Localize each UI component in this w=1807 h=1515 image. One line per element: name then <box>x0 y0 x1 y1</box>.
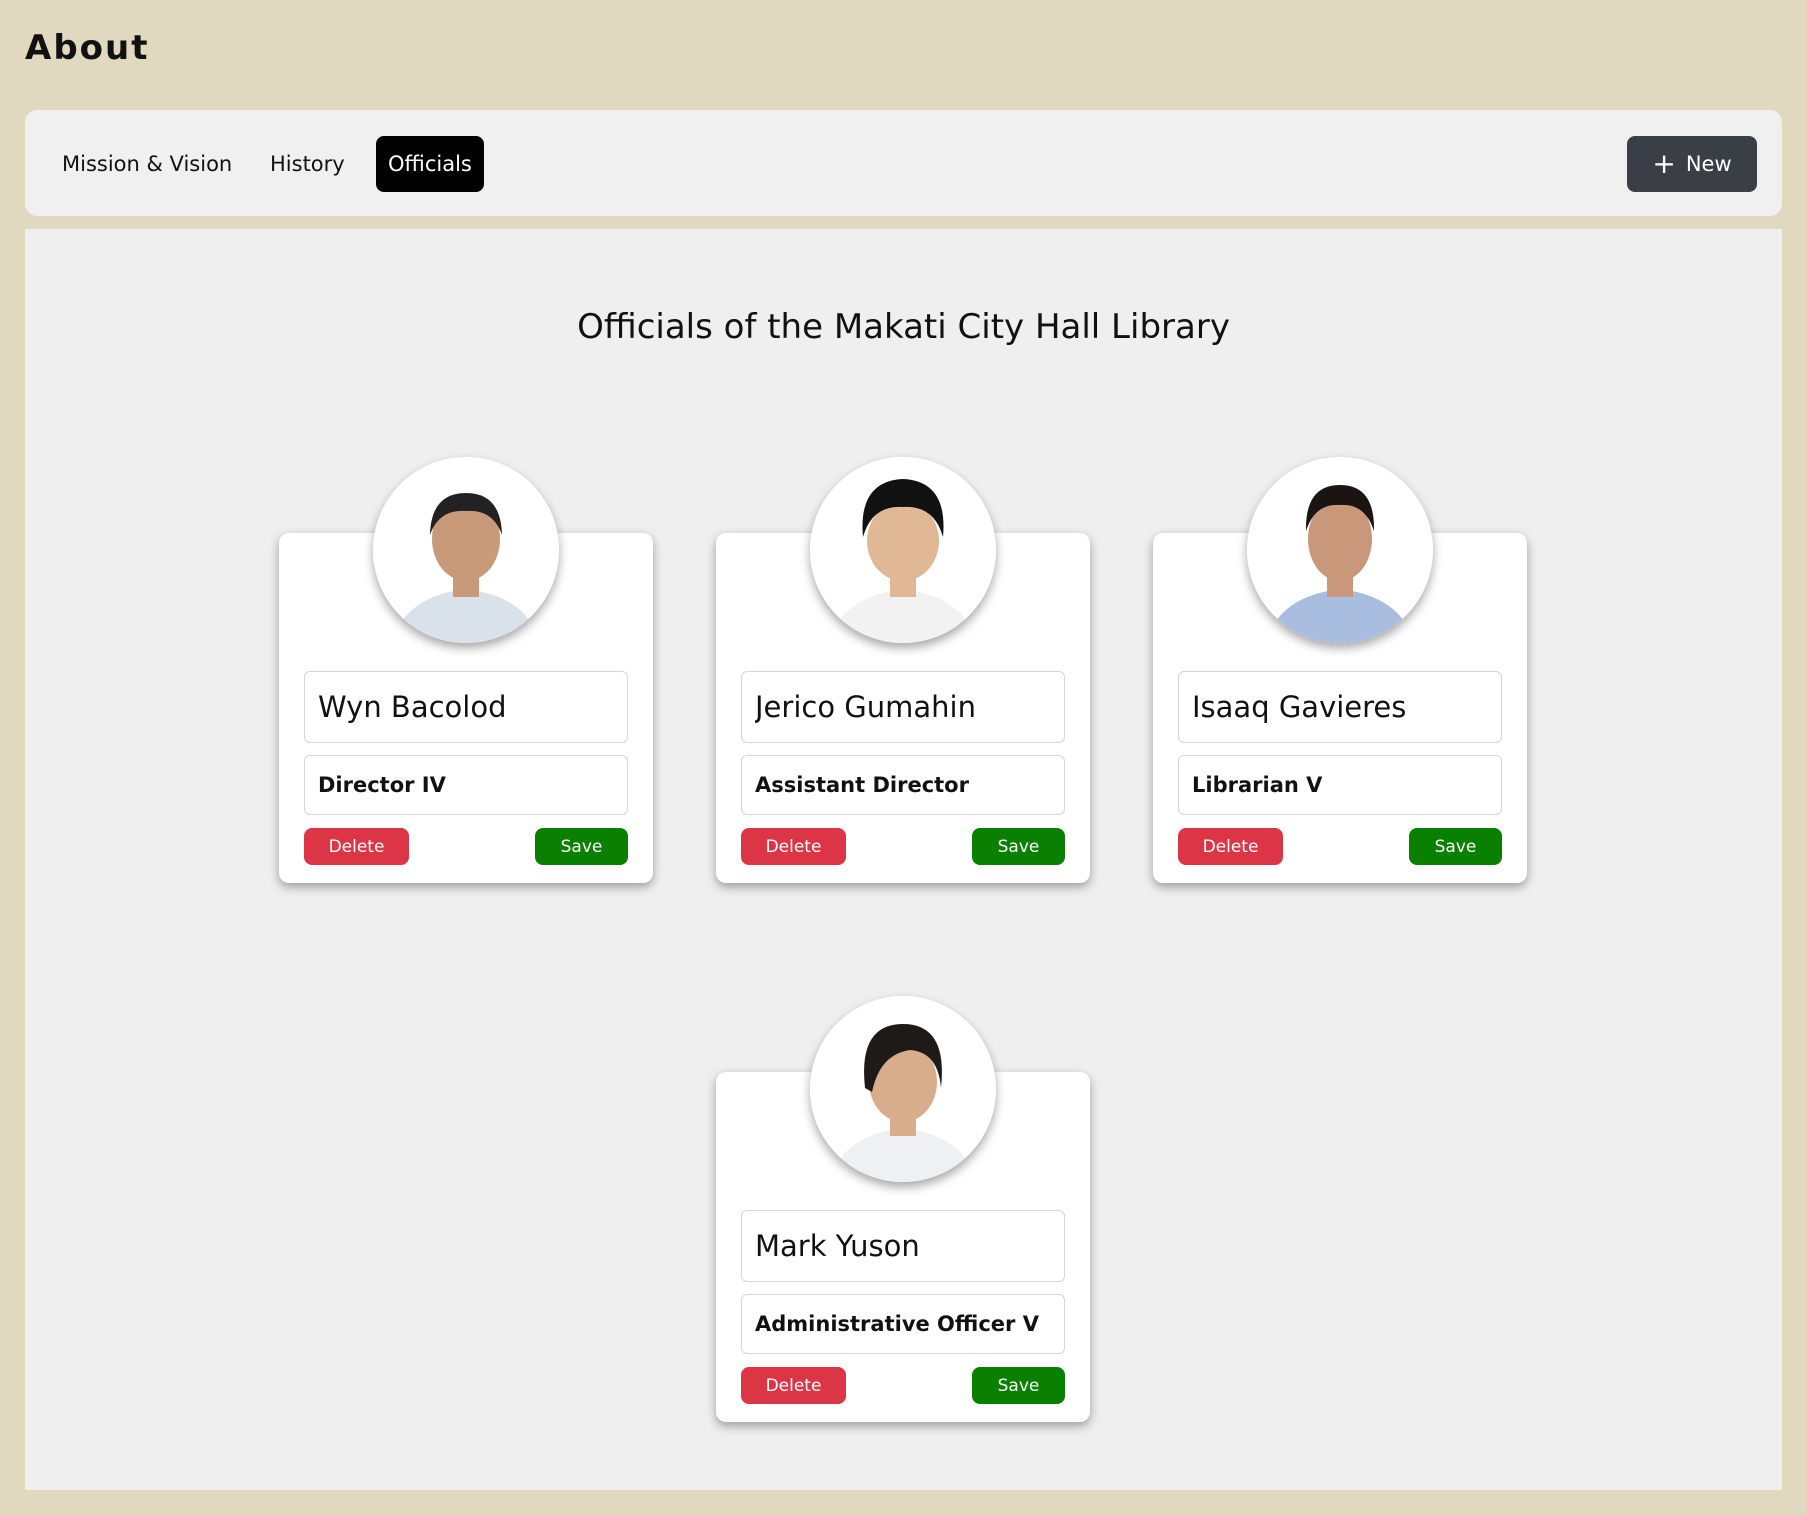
delete-button[interactable]: Delete <box>304 828 409 865</box>
tab-mission-vision[interactable]: Mission & Vision <box>50 136 244 192</box>
tab-officials[interactable]: Officials <box>376 136 484 192</box>
official-name-input[interactable] <box>741 1210 1065 1282</box>
official-photo <box>810 996 996 1182</box>
official-position-input[interactable] <box>1178 755 1502 815</box>
new-button[interactable]: + New <box>1627 136 1757 192</box>
tab-toolbar: Mission & Vision History Officials + New <box>25 110 1782 216</box>
new-button-label: New <box>1685 152 1732 176</box>
person-avatar-icon <box>373 457 559 643</box>
save-button[interactable]: Save <box>1409 828 1502 865</box>
delete-button[interactable]: Delete <box>1178 828 1283 865</box>
person-avatar-icon <box>810 996 996 1182</box>
person-avatar-icon <box>810 457 996 643</box>
save-button[interactable]: Save <box>535 828 628 865</box>
official-card: Delete Save <box>1153 457 1527 883</box>
tab-history[interactable]: History <box>258 136 357 192</box>
official-card: Delete Save <box>716 996 1090 1422</box>
official-position-input[interactable] <box>741 755 1065 815</box>
person-avatar-icon <box>1247 457 1433 643</box>
official-photo <box>373 457 559 643</box>
official-card: Delete Save <box>279 457 653 883</box>
official-name-input[interactable] <box>741 671 1065 743</box>
official-photo <box>810 457 996 643</box>
section-heading: Officials of the Makati City Hall Librar… <box>577 307 1230 347</box>
official-name-input[interactable] <box>1178 671 1502 743</box>
save-button[interactable]: Save <box>972 1367 1065 1404</box>
official-name-input[interactable] <box>304 671 628 743</box>
save-button[interactable]: Save <box>972 828 1065 865</box>
plus-icon: + <box>1652 147 1676 180</box>
official-card: Delete Save <box>716 457 1090 883</box>
official-position-input[interactable] <box>741 1294 1065 1354</box>
page-title: About <box>25 28 150 68</box>
officials-panel: Officials of the Makati City Hall Librar… <box>25 229 1782 1490</box>
official-photo <box>1247 457 1433 643</box>
delete-button[interactable]: Delete <box>741 828 846 865</box>
delete-button[interactable]: Delete <box>741 1367 846 1404</box>
official-position-input[interactable] <box>304 755 628 815</box>
